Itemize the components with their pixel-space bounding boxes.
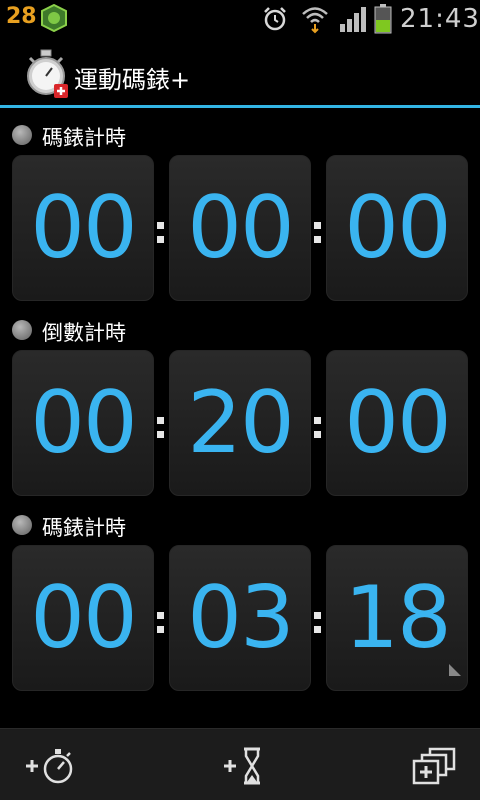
timer-2-minutes-tile[interactable]: 20 (169, 350, 311, 496)
timer-1-seconds-tile[interactable]: 00 (326, 155, 468, 301)
time-separator (157, 612, 165, 636)
stopwatch-icon[interactable] (22, 48, 70, 98)
app-notification-icon (41, 4, 67, 32)
timer-label: 碼錶計時 (42, 516, 126, 540)
hours-digits: 00 (30, 373, 137, 473)
timer-1-minutes-tile[interactable]: 00 (169, 155, 311, 301)
status-bar: 28 21:43 (0, 0, 480, 38)
add-countdown-icon[interactable] (218, 743, 278, 789)
bottom-action-bar (0, 728, 480, 800)
time-separator (157, 417, 165, 441)
time-separator (314, 612, 322, 636)
notification-count: 28 (6, 4, 37, 29)
timer-3-minutes-tile[interactable]: 03 (169, 545, 311, 691)
timer-label: 碼錶計時 (42, 126, 126, 150)
minutes-digits: 20 (187, 373, 294, 473)
timer-2-hours-tile[interactable]: 00 (12, 350, 154, 496)
resize-corner-icon (449, 664, 461, 676)
seconds-digits: 00 (344, 178, 451, 278)
timer-1-hours-tile[interactable]: 00 (12, 155, 154, 301)
add-stopwatch-icon[interactable] (20, 743, 80, 789)
seconds-digits: 18 (344, 568, 451, 668)
timer-2-seconds-tile[interactable]: 00 (326, 350, 468, 496)
status-dot (12, 125, 32, 145)
status-dot (12, 515, 32, 535)
action-bar: 運動碼錶+ (0, 38, 480, 108)
time-separator (314, 417, 322, 441)
status-dot (12, 320, 32, 340)
time-separator (314, 222, 322, 246)
add-window-icon[interactable] (404, 743, 464, 789)
hours-digits: 00 (30, 178, 137, 278)
minutes-digits: 03 (187, 568, 294, 668)
timer-label: 倒數計時 (42, 321, 126, 345)
alarm-icon (264, 7, 286, 31)
clock-time: 21:43 (400, 4, 480, 34)
time-separator (157, 222, 165, 246)
hours-digits: 00 (30, 568, 137, 668)
app-title: 運動碼錶+ (74, 66, 191, 94)
timer-3-seconds-tile[interactable]: 18 (326, 545, 468, 691)
seconds-digits: 00 (344, 373, 451, 473)
minutes-digits: 00 (187, 178, 294, 278)
timer-3-hours-tile[interactable]: 00 (12, 545, 154, 691)
wifi-icon (302, 7, 328, 34)
signal-icon (340, 7, 366, 32)
battery-icon (374, 4, 392, 34)
